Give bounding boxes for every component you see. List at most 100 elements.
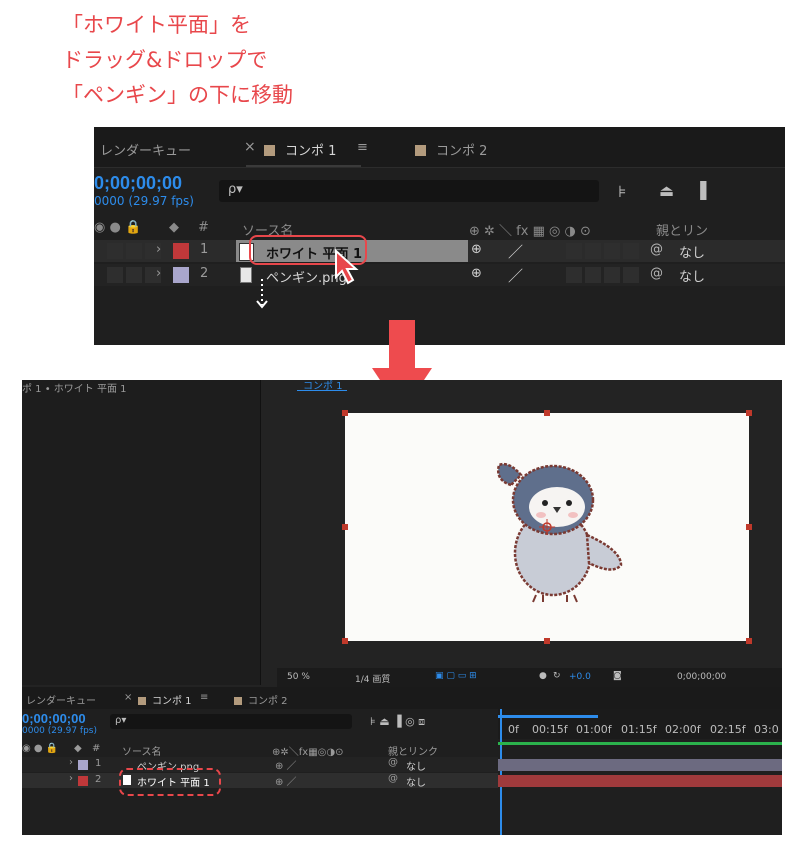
expand-chevron-icon[interactable]: › xyxy=(69,773,73,784)
shy-layers-icon[interactable]: ⏏ xyxy=(659,181,674,200)
reset-exposure-icon[interactable]: ↻ xyxy=(553,671,561,681)
transform-handle[interactable] xyxy=(746,524,752,530)
av-audio-toggle[interactable] xyxy=(126,243,142,259)
av-video-toggle[interactable] xyxy=(107,267,123,283)
switch-box[interactable] xyxy=(566,267,582,283)
layer-number-header: # xyxy=(198,220,209,235)
expand-chevron-icon[interactable]: › xyxy=(69,757,73,768)
parent-dropdown[interactable]: なし xyxy=(406,758,426,773)
penguin-image[interactable] xyxy=(481,455,631,605)
pickwhip-icon[interactable]: @ xyxy=(388,773,398,784)
quality-switch-icon[interactable]: ／ xyxy=(508,265,523,286)
grid-toggle-icon[interactable]: ▣ ▢ ▭ ⊞ xyxy=(435,671,477,681)
transform-handle[interactable] xyxy=(342,410,348,416)
expand-chevron-icon[interactable]: › xyxy=(156,242,161,257)
anchor-point-icon[interactable] xyxy=(539,519,555,535)
pickwhip-icon[interactable]: @ xyxy=(388,757,398,768)
transform-handle[interactable] xyxy=(746,410,752,416)
layer-row-1[interactable]: › 1 ホワイト 平面 1 ⊕ ／ @ なし xyxy=(94,240,785,262)
tab-comp-1[interactable]: コンポ 1 xyxy=(138,692,192,707)
pickwhip-icon[interactable]: @ xyxy=(650,266,663,281)
layer-number: 2 xyxy=(95,774,102,785)
shy-switch-icon[interactable]: ⊕ ／ xyxy=(275,757,297,772)
panel-menu-icon[interactable]: ≡ xyxy=(357,140,368,155)
layer-header-row: ◉ ● 🔒 ◆ # ソース名 ⊕ ✲ ＼ fx ▦ ◎ ◑ ⊙ 親とリン xyxy=(94,218,785,241)
tab-render-queue[interactable]: レンダーキュー xyxy=(26,692,96,707)
comp-flowchart-icon[interactable]: ⊧ xyxy=(618,182,626,201)
parent-dropdown[interactable]: なし xyxy=(679,242,705,261)
switch-box[interactable] xyxy=(585,267,601,283)
switch-box[interactable] xyxy=(585,243,601,259)
layer-duration-bar[interactable] xyxy=(498,759,782,771)
av-audio-toggle[interactable] xyxy=(126,267,142,283)
switch-box[interactable] xyxy=(623,243,639,259)
viewer-tab[interactable]: コンポ 1 xyxy=(297,380,347,392)
layer-number: 2 xyxy=(200,266,209,281)
parent-dropdown[interactable]: なし xyxy=(679,266,705,285)
layer-search-input[interactable]: ρ▾ xyxy=(110,714,352,729)
parent-dropdown[interactable]: なし xyxy=(406,774,426,789)
layer-label-color[interactable] xyxy=(78,760,88,770)
ruler-tick: 02:15f xyxy=(710,723,746,736)
search-icon: ρ▾ xyxy=(228,182,243,197)
label-tag-icon: ◆ xyxy=(74,743,82,754)
switch-box[interactable] xyxy=(604,243,620,259)
timeline-tool-icons[interactable]: ⊧ ⏏ ▐ ◎ ⧈ xyxy=(370,715,425,729)
dotted-drag-arrow-icon xyxy=(256,279,268,309)
transform-handle[interactable] xyxy=(544,638,550,644)
shy-switch-icon[interactable]: ⊕ xyxy=(471,242,482,257)
tab-close-icon[interactable]: × xyxy=(124,692,132,703)
pickwhip-icon[interactable]: @ xyxy=(650,242,663,257)
current-timecode[interactable]: 0;00;00;00 xyxy=(22,711,86,726)
quality-switch-icon[interactable]: ／ xyxy=(508,241,523,262)
layer-row-2[interactable]: › 2 ホワイト 平面 1 ⊕ ／ @ なし xyxy=(22,773,498,789)
layer-label-color[interactable] xyxy=(173,267,189,283)
layer-search-input[interactable]: ρ▾ xyxy=(219,180,599,202)
composition-canvas[interactable] xyxy=(345,413,749,641)
layer-duration-bar[interactable] xyxy=(498,775,782,787)
switch-box[interactable] xyxy=(623,267,639,283)
color-channel-icon[interactable]: ● xyxy=(539,671,547,681)
label-tag-icon: ◆ xyxy=(169,220,179,235)
resolution-select[interactable]: 1/4 画質 xyxy=(355,672,390,685)
tab-comp-1[interactable]: コンポ 1 xyxy=(264,140,336,159)
ruler-tick: 0f xyxy=(508,723,519,736)
source-name-header[interactable]: ソース名 xyxy=(122,743,162,758)
transform-handle[interactable] xyxy=(342,524,348,530)
switch-box[interactable] xyxy=(604,267,620,283)
tab-close-icon[interactable]: × xyxy=(244,139,256,155)
layer-label-color[interactable] xyxy=(173,243,189,259)
playhead[interactable] xyxy=(500,709,502,835)
ruler-tick: 03:0 xyxy=(754,723,779,736)
ruler-tick: 02:00f xyxy=(665,723,701,736)
layer-row-2[interactable]: › 2 ペンギン.png ⊕ ／ @ なし xyxy=(94,264,785,286)
comp-color-swatch xyxy=(138,697,146,705)
current-timecode[interactable]: 0;00;00;00 xyxy=(94,173,182,194)
tab-comp-1-label: コンポ 1 xyxy=(285,144,337,159)
viewer-timecode[interactable]: 0;00;00;00 xyxy=(677,672,726,682)
switch-box[interactable] xyxy=(566,243,582,259)
transform-handle[interactable] xyxy=(342,638,348,644)
transform-handle[interactable] xyxy=(746,638,752,644)
tab-comp-2[interactable]: コンポ 2 xyxy=(234,692,288,707)
panel-menu-icon[interactable]: ≡ xyxy=(200,692,208,703)
av-video-toggle[interactable] xyxy=(107,243,123,259)
exposure-value[interactable]: +0.0 xyxy=(569,672,591,682)
layer-row-1[interactable]: › 1 ペンギン.png ⊕ ／ @ なし xyxy=(22,757,498,773)
tab-comp-2[interactable]: コンポ 2 xyxy=(415,140,487,159)
instruction-text: 「ホワイト平面」を ドラッグ&ドロップで 「ペンギン」の下に移動 xyxy=(62,8,293,113)
time-ruler[interactable]: 0f 00:15f 01:00f 01:15f 02:00f 02:15f 03… xyxy=(498,709,782,739)
snapshot-icon[interactable]: ◙ xyxy=(613,671,622,681)
expand-chevron-icon[interactable]: › xyxy=(156,266,161,281)
work-area-bar[interactable] xyxy=(498,715,598,718)
tab-render-queue[interactable]: レンダーキュー xyxy=(100,140,191,159)
layer-label-color[interactable] xyxy=(78,776,88,786)
shy-switch-icon[interactable]: ⊕ xyxy=(471,266,482,281)
frame-blending-icon[interactable]: ▐ xyxy=(694,181,706,200)
timeline-panel-after: レンダーキュー × コンポ 1 ≡ コンポ 2 0;00;00;00 0000 … xyxy=(22,687,782,835)
transform-handle[interactable] xyxy=(544,410,550,416)
search-icon: ρ▾ xyxy=(115,715,127,726)
ruler-tick: 00:15f xyxy=(532,723,568,736)
zoom-select[interactable]: 50 % xyxy=(287,672,310,682)
shy-switch-icon[interactable]: ⊕ ／ xyxy=(275,773,297,788)
